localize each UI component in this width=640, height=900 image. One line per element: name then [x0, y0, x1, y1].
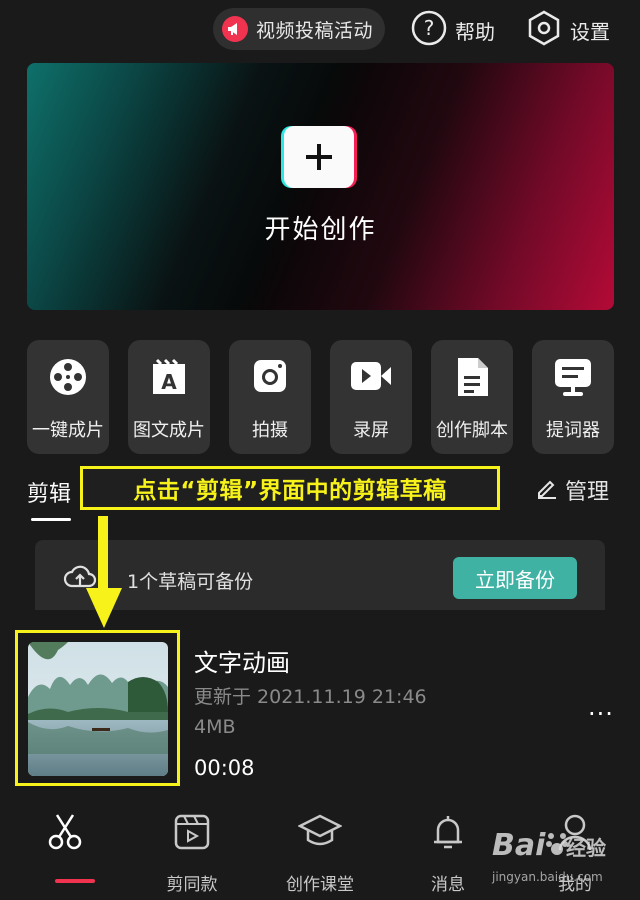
- top-bar: 视频投稿活动 ? 帮助 设置: [0, 0, 640, 62]
- draft-thumbnail-highlight: [15, 630, 180, 786]
- drafts-tab-row: 剪辑 点击“剪辑”界面中的剪辑草稿 管理: [0, 460, 640, 522]
- help-button[interactable]: ? 帮助: [411, 10, 495, 50]
- tool-label: 拍摄: [252, 420, 288, 441]
- scissors-icon: [10, 812, 120, 852]
- tab-edit[interactable]: 剪辑: [27, 476, 71, 508]
- start-creation-label: 开始创作: [264, 215, 377, 245]
- quick-tools-row: 一键成片 A 图文成片 拍摄 录屏 创作脚本 提词器: [27, 340, 617, 455]
- nav-label: 创作课堂: [286, 875, 354, 895]
- nav-label: 剪同款: [166, 875, 218, 895]
- svg-text:A: A: [161, 370, 177, 394]
- tool-label: 图文成片: [133, 420, 205, 441]
- settings-button[interactable]: 设置: [526, 10, 610, 50]
- tool-label: 提词器: [546, 420, 600, 441]
- script-doc-icon: [431, 356, 513, 400]
- tool-one-click-video[interactable]: 一键成片: [27, 340, 109, 454]
- nav-label: 消息: [431, 875, 465, 895]
- more-options-icon[interactable]: ···: [588, 700, 614, 728]
- draft-thumbnail: [28, 642, 168, 776]
- promo-label: 视频投稿活动: [256, 19, 374, 42]
- watermark-brand-suffix: 经验: [566, 836, 606, 860]
- nav-template[interactable]: 剪同款: [137, 810, 247, 895]
- backup-now-button[interactable]: 立即备份: [453, 557, 577, 599]
- draft-updated-time: 更新于 2021.11.19 21:46: [194, 686, 427, 708]
- start-creation-banner[interactable]: 开始创作: [27, 63, 614, 310]
- nav-active-indicator: [55, 879, 95, 883]
- tool-teleprompter[interactable]: 提词器: [532, 340, 614, 454]
- plus-icon: [284, 126, 354, 188]
- paw-icon: [546, 830, 568, 860]
- annotation-arrow: [86, 516, 122, 628]
- tool-creation-script[interactable]: 创作脚本: [431, 340, 513, 454]
- draft-file-size: 4MB: [194, 716, 236, 738]
- watermark-url: jingyan.baidu.com: [492, 870, 603, 884]
- hexagon-settings-icon: [526, 10, 562, 50]
- film-reel-icon: [27, 356, 109, 400]
- camera-icon: [229, 356, 311, 400]
- nav-messages[interactable]: 消息: [393, 810, 503, 895]
- teleprompter-icon: [532, 356, 614, 400]
- template-clip-icon: [137, 812, 247, 852]
- text-image-icon: A: [128, 356, 210, 400]
- tool-label: 录屏: [353, 420, 389, 441]
- megaphone-icon: [222, 16, 248, 42]
- nav-creation-class[interactable]: 创作课堂: [265, 810, 375, 895]
- tool-label: 一键成片: [32, 420, 104, 441]
- video-submission-activity-button[interactable]: 视频投稿活动: [213, 8, 385, 50]
- help-label: 帮助: [455, 19, 495, 44]
- tab-edit-indicator: [31, 518, 71, 521]
- instruction-callout: 点击“剪辑”界面中的剪辑草稿: [80, 466, 500, 510]
- svg-text:?: ?: [424, 16, 435, 40]
- graduation-cap-icon: [265, 812, 375, 852]
- question-circle-icon: ?: [411, 10, 447, 50]
- tool-label: 创作脚本: [436, 420, 508, 441]
- tool-screen-record[interactable]: 录屏: [330, 340, 412, 454]
- manage-button[interactable]: 管理: [535, 474, 609, 506]
- tool-shoot[interactable]: 拍摄: [229, 340, 311, 454]
- pencil-icon: [535, 476, 559, 504]
- baidu-watermark: Bai 经验 jingyan.baidu.com: [488, 818, 638, 888]
- screen-record-icon: [330, 356, 412, 400]
- draft-item[interactable]: 文字动画 更新于 2021.11.19 21:46 4MB 00:08 ···: [0, 628, 640, 788]
- draft-duration: 00:08: [194, 756, 255, 780]
- nav-edit[interactable]: [10, 810, 120, 890]
- bell-icon: [393, 812, 503, 852]
- callout-text: 点击“剪辑”界面中的剪辑草稿: [133, 478, 447, 504]
- watermark-brand: Bai: [492, 828, 546, 863]
- tool-text-image-video[interactable]: A 图文成片: [128, 340, 210, 454]
- draft-title: 文字动画: [194, 649, 290, 677]
- backup-text: 1个草稿可备份: [127, 571, 254, 593]
- settings-label: 设置: [570, 19, 610, 44]
- manage-label: 管理: [565, 480, 610, 505]
